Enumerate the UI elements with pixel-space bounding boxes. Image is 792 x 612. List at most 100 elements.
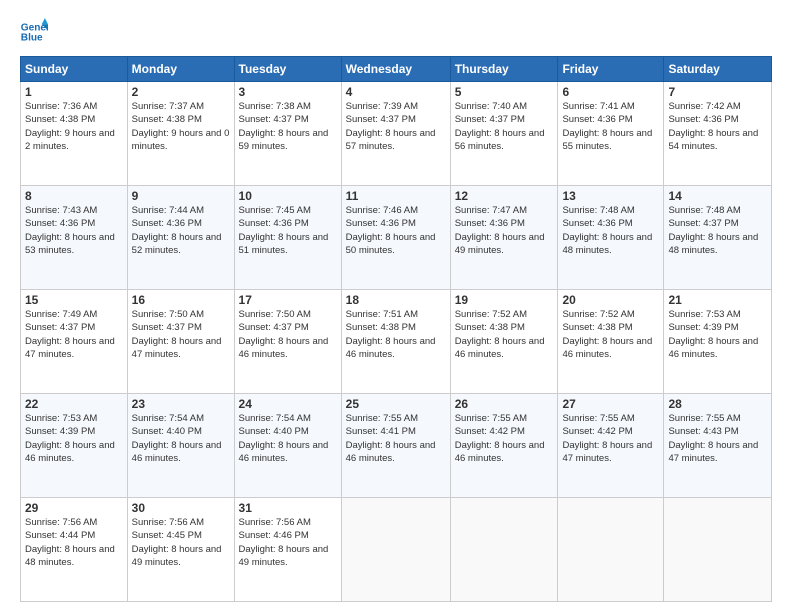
calendar-cell: 24Sunrise: 7:54 AMSunset: 4:40 PMDayligh… [234, 394, 341, 498]
cell-content: Sunrise: 7:36 AMSunset: 4:38 PMDaylight:… [25, 100, 123, 153]
cell-content: Sunrise: 7:52 AMSunset: 4:38 PMDaylight:… [562, 308, 659, 361]
cell-content: Sunrise: 7:55 AMSunset: 4:42 PMDaylight:… [455, 412, 554, 465]
day-number: 14 [668, 189, 767, 203]
cell-content: Sunrise: 7:55 AMSunset: 4:42 PMDaylight:… [562, 412, 659, 465]
week-row-1: 1Sunrise: 7:36 AMSunset: 4:38 PMDaylight… [21, 82, 772, 186]
header-row: SundayMondayTuesdayWednesdayThursdayFrid… [21, 57, 772, 82]
cell-content: Sunrise: 7:50 AMSunset: 4:37 PMDaylight:… [132, 308, 230, 361]
calendar-cell [341, 498, 450, 602]
calendar-cell: 19Sunrise: 7:52 AMSunset: 4:38 PMDayligh… [450, 290, 558, 394]
day-number: 1 [25, 85, 123, 99]
cell-content: Sunrise: 7:47 AMSunset: 4:36 PMDaylight:… [455, 204, 554, 257]
calendar-table: SundayMondayTuesdayWednesdayThursdayFrid… [20, 56, 772, 602]
day-header-wednesday: Wednesday [341, 57, 450, 82]
day-number: 15 [25, 293, 123, 307]
cell-content: Sunrise: 7:46 AMSunset: 4:36 PMDaylight:… [346, 204, 446, 257]
week-row-5: 29Sunrise: 7:56 AMSunset: 4:44 PMDayligh… [21, 498, 772, 602]
day-number: 16 [132, 293, 230, 307]
day-header-friday: Friday [558, 57, 664, 82]
day-header-tuesday: Tuesday [234, 57, 341, 82]
calendar-cell: 10Sunrise: 7:45 AMSunset: 4:36 PMDayligh… [234, 186, 341, 290]
day-number: 27 [562, 397, 659, 411]
cell-content: Sunrise: 7:54 AMSunset: 4:40 PMDaylight:… [132, 412, 230, 465]
cell-content: Sunrise: 7:48 AMSunset: 4:37 PMDaylight:… [668, 204, 767, 257]
cell-content: Sunrise: 7:40 AMSunset: 4:37 PMDaylight:… [455, 100, 554, 153]
day-number: 9 [132, 189, 230, 203]
day-header-thursday: Thursday [450, 57, 558, 82]
calendar-cell: 2Sunrise: 7:37 AMSunset: 4:38 PMDaylight… [127, 82, 234, 186]
day-number: 2 [132, 85, 230, 99]
day-number: 12 [455, 189, 554, 203]
logo: General Blue [20, 18, 48, 46]
calendar-cell: 25Sunrise: 7:55 AMSunset: 4:41 PMDayligh… [341, 394, 450, 498]
header: General Blue [20, 18, 772, 46]
calendar-cell: 16Sunrise: 7:50 AMSunset: 4:37 PMDayligh… [127, 290, 234, 394]
calendar-cell: 8Sunrise: 7:43 AMSunset: 4:36 PMDaylight… [21, 186, 128, 290]
day-number: 31 [239, 501, 337, 515]
cell-content: Sunrise: 7:48 AMSunset: 4:36 PMDaylight:… [562, 204, 659, 257]
calendar-cell [450, 498, 558, 602]
cell-content: Sunrise: 7:56 AMSunset: 4:44 PMDaylight:… [25, 516, 123, 569]
day-number: 3 [239, 85, 337, 99]
calendar-cell: 11Sunrise: 7:46 AMSunset: 4:36 PMDayligh… [341, 186, 450, 290]
calendar-cell: 20Sunrise: 7:52 AMSunset: 4:38 PMDayligh… [558, 290, 664, 394]
day-number: 6 [562, 85, 659, 99]
calendar-cell: 27Sunrise: 7:55 AMSunset: 4:42 PMDayligh… [558, 394, 664, 498]
week-row-4: 22Sunrise: 7:53 AMSunset: 4:39 PMDayligh… [21, 394, 772, 498]
cell-content: Sunrise: 7:45 AMSunset: 4:36 PMDaylight:… [239, 204, 337, 257]
calendar-cell: 4Sunrise: 7:39 AMSunset: 4:37 PMDaylight… [341, 82, 450, 186]
calendar-cell [664, 498, 772, 602]
day-number: 7 [668, 85, 767, 99]
calendar-cell: 7Sunrise: 7:42 AMSunset: 4:36 PMDaylight… [664, 82, 772, 186]
cell-content: Sunrise: 7:42 AMSunset: 4:36 PMDaylight:… [668, 100, 767, 153]
day-number: 20 [562, 293, 659, 307]
cell-content: Sunrise: 7:41 AMSunset: 4:36 PMDaylight:… [562, 100, 659, 153]
day-number: 26 [455, 397, 554, 411]
cell-content: Sunrise: 7:50 AMSunset: 4:37 PMDaylight:… [239, 308, 337, 361]
calendar-cell: 17Sunrise: 7:50 AMSunset: 4:37 PMDayligh… [234, 290, 341, 394]
day-number: 29 [25, 501, 123, 515]
calendar-cell: 9Sunrise: 7:44 AMSunset: 4:36 PMDaylight… [127, 186, 234, 290]
calendar-cell: 3Sunrise: 7:38 AMSunset: 4:37 PMDaylight… [234, 82, 341, 186]
calendar-body: 1Sunrise: 7:36 AMSunset: 4:38 PMDaylight… [21, 82, 772, 602]
day-number: 4 [346, 85, 446, 99]
cell-content: Sunrise: 7:37 AMSunset: 4:38 PMDaylight:… [132, 100, 230, 153]
calendar-cell: 14Sunrise: 7:48 AMSunset: 4:37 PMDayligh… [664, 186, 772, 290]
day-number: 22 [25, 397, 123, 411]
cell-content: Sunrise: 7:49 AMSunset: 4:37 PMDaylight:… [25, 308, 123, 361]
calendar-cell: 18Sunrise: 7:51 AMSunset: 4:38 PMDayligh… [341, 290, 450, 394]
cell-content: Sunrise: 7:56 AMSunset: 4:46 PMDaylight:… [239, 516, 337, 569]
calendar-cell: 31Sunrise: 7:56 AMSunset: 4:46 PMDayligh… [234, 498, 341, 602]
day-number: 13 [562, 189, 659, 203]
cell-content: Sunrise: 7:54 AMSunset: 4:40 PMDaylight:… [239, 412, 337, 465]
svg-text:Blue: Blue [21, 33, 43, 44]
day-number: 24 [239, 397, 337, 411]
calendar-cell [558, 498, 664, 602]
day-number: 30 [132, 501, 230, 515]
calendar-cell: 23Sunrise: 7:54 AMSunset: 4:40 PMDayligh… [127, 394, 234, 498]
calendar-cell: 22Sunrise: 7:53 AMSunset: 4:39 PMDayligh… [21, 394, 128, 498]
cell-content: Sunrise: 7:53 AMSunset: 4:39 PMDaylight:… [25, 412, 123, 465]
day-header-sunday: Sunday [21, 57, 128, 82]
cell-content: Sunrise: 7:39 AMSunset: 4:37 PMDaylight:… [346, 100, 446, 153]
day-number: 18 [346, 293, 446, 307]
calendar-cell: 26Sunrise: 7:55 AMSunset: 4:42 PMDayligh… [450, 394, 558, 498]
day-header-saturday: Saturday [664, 57, 772, 82]
calendar-cell: 1Sunrise: 7:36 AMSunset: 4:38 PMDaylight… [21, 82, 128, 186]
day-number: 11 [346, 189, 446, 203]
cell-content: Sunrise: 7:56 AMSunset: 4:45 PMDaylight:… [132, 516, 230, 569]
calendar-page: General Blue SundayMondayTuesdayWednesda… [0, 0, 792, 612]
cell-content: Sunrise: 7:55 AMSunset: 4:41 PMDaylight:… [346, 412, 446, 465]
cell-content: Sunrise: 7:55 AMSunset: 4:43 PMDaylight:… [668, 412, 767, 465]
cell-content: Sunrise: 7:52 AMSunset: 4:38 PMDaylight:… [455, 308, 554, 361]
day-header-monday: Monday [127, 57, 234, 82]
cell-content: Sunrise: 7:51 AMSunset: 4:38 PMDaylight:… [346, 308, 446, 361]
day-number: 8 [25, 189, 123, 203]
calendar-cell: 12Sunrise: 7:47 AMSunset: 4:36 PMDayligh… [450, 186, 558, 290]
calendar-cell: 21Sunrise: 7:53 AMSunset: 4:39 PMDayligh… [664, 290, 772, 394]
calendar-cell: 30Sunrise: 7:56 AMSunset: 4:45 PMDayligh… [127, 498, 234, 602]
day-number: 21 [668, 293, 767, 307]
day-number: 19 [455, 293, 554, 307]
week-row-2: 8Sunrise: 7:43 AMSunset: 4:36 PMDaylight… [21, 186, 772, 290]
calendar-cell: 6Sunrise: 7:41 AMSunset: 4:36 PMDaylight… [558, 82, 664, 186]
